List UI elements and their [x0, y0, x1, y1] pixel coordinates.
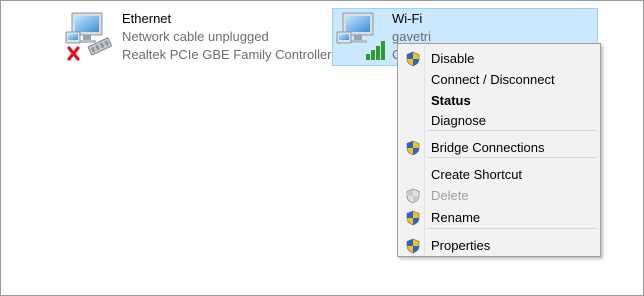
menu-item-label: Delete [431, 188, 469, 203]
menu-item-diagnose[interactable]: Diagnose [400, 111, 598, 131]
menu-item-rename[interactable]: Rename [400, 208, 598, 228]
menu-item-label: Properties [431, 238, 491, 253]
context-menu: Disable Connect / Disconnect Status Diagnos… [397, 43, 601, 257]
network-adapter-disconnected-icon [64, 10, 118, 64]
menu-item-status[interactable]: Status [400, 91, 598, 111]
adapter-ethernet[interactable]: Ethernet Network cable unplugged Realtek… [62, 8, 332, 66]
uac-shield-icon [405, 51, 421, 67]
adapter-device: Realtek PCIe GBE Family Controller [122, 47, 332, 62]
uac-shield-icon [405, 188, 421, 204]
menu-separator [427, 228, 597, 229]
menu-item-delete: Delete [400, 186, 598, 206]
uac-shield-icon [405, 238, 421, 254]
menu-item-label: Rename [431, 210, 481, 225]
menu-separator [427, 157, 597, 158]
menu-item-properties[interactable]: Properties [400, 236, 598, 256]
menu-item-label: Disable [431, 51, 475, 66]
menu-separator [427, 130, 597, 131]
network-adapter-wifi-icon [335, 10, 389, 64]
uac-shield-icon [405, 140, 421, 156]
menu-item-bridge-connections[interactable]: Bridge Connections [400, 138, 598, 158]
menu-item-label: Connect / Disconnect [431, 72, 555, 87]
menu-item-label: Diagnose [431, 113, 486, 128]
menu-item-disable[interactable]: Disable [400, 49, 598, 69]
adapter-name: Ethernet [122, 11, 172, 26]
adapter-name: Wi-Fi [392, 11, 423, 26]
uac-shield-icon [405, 210, 421, 226]
menu-item-create-shortcut[interactable]: Create Shortcut [400, 165, 598, 185]
menu-item-label: Bridge Connections [431, 140, 545, 155]
adapter-status: Network cable unplugged [122, 29, 269, 44]
menu-item-label: Status [431, 93, 471, 108]
menu-item-connect-disconnect[interactable]: Connect / Disconnect [400, 70, 598, 90]
menu-item-label: Create Shortcut [431, 167, 523, 182]
